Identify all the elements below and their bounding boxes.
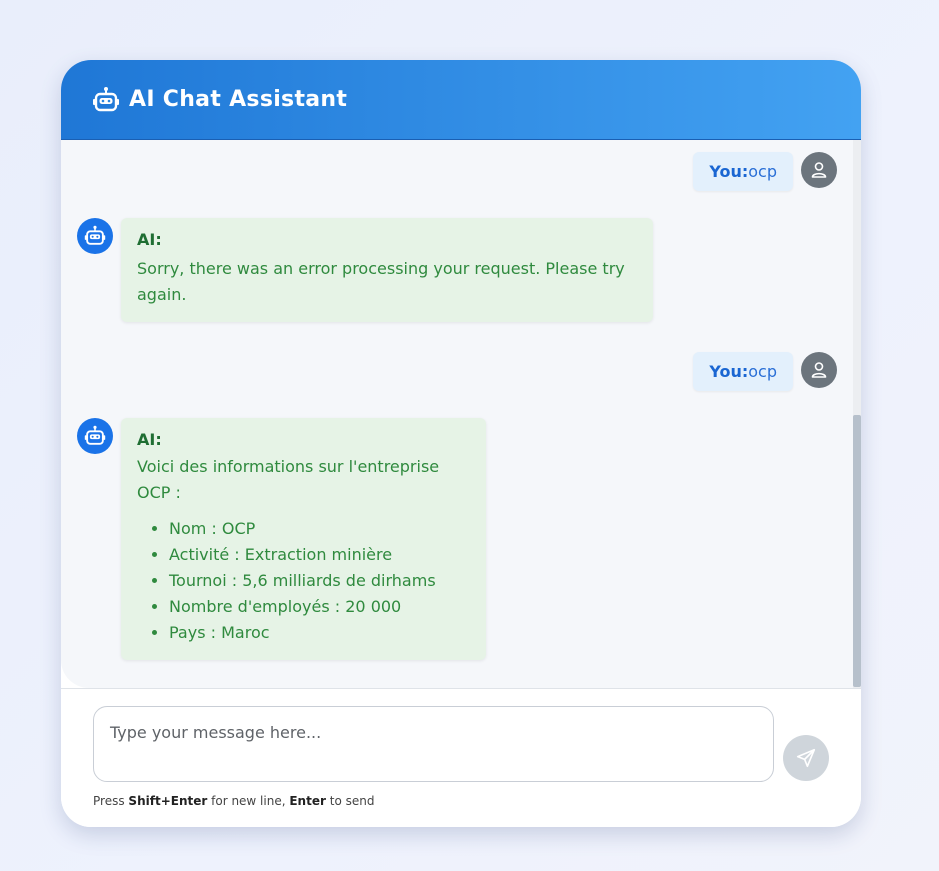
hint-key: Enter (289, 794, 326, 808)
message-text: ocp (748, 362, 777, 381)
ai-message-bubble: AI: Sorry, there was an error processing… (121, 218, 653, 322)
hint-text: for new line, (211, 794, 286, 808)
scrollbar[interactable] (853, 140, 861, 688)
hint-key: Enter (170, 794, 208, 808)
sender-label: AI: (137, 430, 162, 449)
chat-header: AI Chat Assistant (61, 60, 861, 140)
list-item: Activité : Extraction minière (169, 542, 470, 568)
message-input[interactable] (93, 706, 774, 782)
user-avatar (801, 152, 837, 188)
user-message-bubble: You:ocp (693, 152, 793, 191)
list-item: Tournoi : 5,6 milliards de dirhams (169, 568, 470, 594)
hint-key: + (160, 794, 171, 808)
robot-icon (84, 425, 106, 445)
ai-message: AI: Voici des informations sur l'entrepr… (77, 418, 486, 660)
hint-key: Shift (128, 794, 161, 808)
message-list[interactable]: You:ocp AI: Sorry, there was an error pr… (61, 140, 861, 688)
hint-text: Press (93, 794, 125, 808)
list-item: Nom : OCP (169, 516, 470, 542)
info-list: Nom : OCP Activité : Extraction minière … (137, 516, 470, 646)
keyboard-hint: Press Shift+Enter for new line, Enter to… (93, 794, 374, 808)
send-button[interactable] (783, 735, 829, 781)
hint-text: to send (329, 794, 375, 808)
ai-message-bubble: AI: Voici des informations sur l'entrepr… (121, 418, 486, 660)
list-item: Pays : Maroc (169, 620, 470, 646)
message-text: ocp (748, 162, 777, 181)
user-icon (811, 362, 827, 378)
composer: Press Shift+Enter for new line, Enter to… (61, 688, 861, 827)
sender-label: You: (709, 162, 749, 181)
robot-icon (84, 225, 106, 245)
user-message: You:ocp (693, 152, 837, 191)
user-icon (811, 162, 827, 178)
page-title: AI Chat Assistant (129, 87, 348, 112)
ai-avatar (77, 418, 113, 454)
sender-label: You: (709, 362, 749, 381)
sender-label: AI: (137, 230, 162, 249)
robot-icon (91, 85, 121, 115)
ai-avatar (77, 218, 113, 254)
user-message-bubble: You:ocp (693, 352, 793, 391)
chat-window: AI Chat Assistant You:ocp AI: Sorry, the… (61, 60, 861, 827)
message-text: Sorry, there was an error processing you… (137, 259, 625, 304)
user-message: You:ocp (693, 352, 837, 391)
ai-message: AI: Sorry, there was an error processing… (77, 218, 653, 322)
user-avatar (801, 352, 837, 388)
message-text: Voici des informations sur l'entreprise … (137, 457, 440, 502)
scrollbar-thumb[interactable] (853, 415, 861, 687)
list-item: Nombre d'employés : 20 000 (169, 594, 470, 620)
send-icon (796, 748, 816, 768)
